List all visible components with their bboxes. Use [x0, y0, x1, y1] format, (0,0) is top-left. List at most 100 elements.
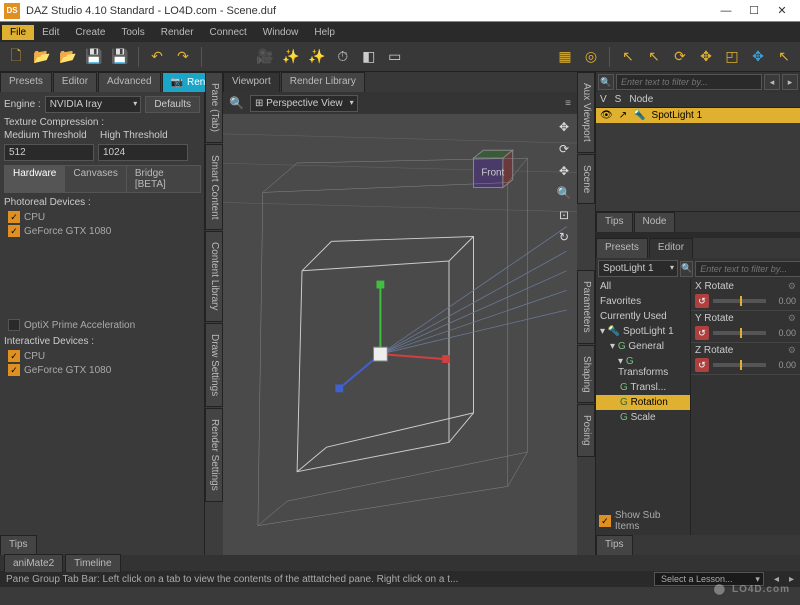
- menu-tools[interactable]: Tools: [113, 25, 152, 40]
- light-icon[interactable]: ✨: [279, 45, 303, 69]
- tab-param-editor[interactable]: Editor: [649, 238, 693, 258]
- reset-icon[interactable]: ↺: [695, 326, 709, 340]
- tree-currently-used[interactable]: Currently Used: [596, 309, 690, 324]
- gear-icon[interactable]: ⚙: [788, 313, 796, 324]
- tab-advanced[interactable]: Advanced: [98, 72, 160, 92]
- gear-icon[interactable]: ⚙: [788, 345, 796, 356]
- lesson-prev-icon[interactable]: ◂: [774, 574, 779, 585]
- side-tab-render-settings[interactable]: Render Settings: [205, 408, 223, 502]
- search-icon[interactable]: 🔍: [680, 261, 693, 277]
- pointer-icon[interactable]: ↖: [616, 45, 640, 69]
- side-tab-content-library[interactable]: Content Library: [205, 231, 223, 321]
- z-rotate-slider[interactable]: [713, 363, 766, 367]
- viewport-menu-icon[interactable]: ≡: [565, 98, 571, 109]
- tree-favorites[interactable]: Favorites: [596, 294, 690, 309]
- group-icon[interactable]: ▭: [383, 45, 407, 69]
- camera-icon[interactable]: 🎥: [253, 45, 277, 69]
- rotate-tool-icon[interactable]: ⟳: [668, 45, 692, 69]
- lesson-dropdown[interactable]: Select a Lesson...: [654, 572, 764, 586]
- tree-rotation[interactable]: G Rotation: [596, 395, 690, 410]
- y-rotate-slider[interactable]: [713, 331, 766, 335]
- reset-icon[interactable]: ↺: [695, 358, 709, 372]
- menu-edit[interactable]: Edit: [34, 25, 67, 40]
- side-tab-scene[interactable]: Scene: [577, 154, 595, 204]
- menu-help[interactable]: Help: [306, 25, 343, 40]
- side-tab-posing[interactable]: Posing: [577, 404, 595, 457]
- side-tab-draw-settings[interactable]: Draw Settings: [205, 323, 223, 407]
- tab-tips-right[interactable]: Tips: [596, 535, 633, 555]
- spotlight-icon[interactable]: ✨: [305, 45, 329, 69]
- new-icon[interactable]: 🗋: [4, 45, 28, 69]
- tab-editor[interactable]: Editor: [53, 72, 97, 92]
- gear-icon[interactable]: ⚙: [788, 281, 796, 292]
- save-icon[interactable]: 💾: [82, 45, 106, 69]
- engine-dropdown[interactable]: NVIDIA Iray: [45, 96, 142, 113]
- tree-general[interactable]: ▾ G General: [596, 339, 690, 354]
- side-tab-aux-viewport[interactable]: Aux Viewport: [577, 72, 595, 153]
- timer-icon[interactable]: ⏱: [331, 45, 355, 69]
- scale-tool-icon[interactable]: ◰: [720, 45, 744, 69]
- side-tab-parameters[interactable]: Parameters: [577, 270, 595, 344]
- scene-filter-input[interactable]: [616, 74, 762, 90]
- tab-animate2[interactable]: aniMate2: [4, 554, 63, 572]
- zoom-icon[interactable]: 🔍: [229, 96, 244, 110]
- maximize-button[interactable]: ☐: [740, 1, 768, 21]
- high-threshold-input[interactable]: [98, 144, 188, 161]
- tab-param-presets[interactable]: Presets: [596, 238, 648, 258]
- side-tab-smart-content[interactable]: Smart Content: [205, 144, 223, 230]
- tab-tips-mid[interactable]: Tips: [596, 212, 633, 232]
- tab-node[interactable]: Node: [634, 212, 676, 232]
- checkbox-icon[interactable]: ✓: [8, 211, 20, 223]
- tree-transforms[interactable]: ▾ G Transforms: [596, 354, 690, 380]
- viewport-canvas[interactable]: ✥ ⟳ ✥ 🔍 ⊡ ↻ Front: [223, 114, 577, 555]
- grid-icon[interactable]: ▦: [553, 45, 577, 69]
- x-rotate-slider[interactable]: [713, 299, 766, 303]
- medium-threshold-input[interactable]: [4, 144, 94, 161]
- checkbox-icon[interactable]: ✓: [8, 350, 20, 362]
- checkbox-icon[interactable]: ✓: [599, 515, 611, 527]
- redo-icon[interactable]: ↷: [171, 45, 195, 69]
- view-mode-dropdown[interactable]: ⊞ Perspective View: [250, 95, 358, 112]
- filter-next-button[interactable]: ▸: [782, 74, 798, 90]
- tree-translate[interactable]: G Transl...: [596, 380, 690, 395]
- menu-render[interactable]: Render: [153, 25, 202, 40]
- menu-connect[interactable]: Connect: [202, 25, 255, 40]
- pick-icon[interactable]: ↖: [642, 45, 666, 69]
- primitive-icon[interactable]: ◧: [357, 45, 381, 69]
- tab-presets[interactable]: Presets: [0, 72, 52, 92]
- lesson-next-icon[interactable]: ▸: [789, 574, 794, 585]
- minimize-button[interactable]: —: [712, 1, 740, 21]
- tab-viewport[interactable]: Viewport: [223, 72, 280, 92]
- target-icon[interactable]: ◎: [579, 45, 603, 69]
- side-tab-shaping[interactable]: Shaping: [577, 345, 595, 404]
- node-select-dropdown[interactable]: SpotLight 1: [598, 260, 678, 277]
- tab-render-library[interactable]: Render Library: [281, 72, 365, 92]
- reset-icon[interactable]: ↺: [695, 294, 709, 308]
- open-recent-icon[interactable]: 📂: [56, 45, 80, 69]
- save-as-icon[interactable]: 💾: [108, 45, 132, 69]
- tab-tips-left[interactable]: Tips: [0, 535, 37, 555]
- menu-window[interactable]: Window: [255, 25, 307, 40]
- tree-spotlight[interactable]: ▾ 🔦 SpotLight 1: [596, 324, 690, 339]
- move-tool-icon[interactable]: ✥: [694, 45, 718, 69]
- tab-timeline[interactable]: Timeline: [65, 554, 120, 572]
- arrow-icon[interactable]: ↗: [619, 110, 627, 121]
- eye-icon[interactable]: 👁: [600, 110, 613, 121]
- checkbox-icon[interactable]: ✓: [8, 225, 20, 237]
- subtab-canvases[interactable]: Canvases: [64, 165, 126, 193]
- checkbox-icon[interactable]: [8, 319, 20, 331]
- pose-tool-icon[interactable]: ✥: [746, 45, 770, 69]
- menu-file[interactable]: File: [2, 25, 34, 40]
- menu-create[interactable]: Create: [67, 25, 113, 40]
- search-icon[interactable]: 🔍: [598, 74, 614, 90]
- checkbox-icon[interactable]: ✓: [8, 364, 20, 376]
- surface-tool-icon[interactable]: ↖: [772, 45, 796, 69]
- undo-icon[interactable]: ↶: [145, 45, 169, 69]
- scene-node-row[interactable]: 👁 ↗ 🔦 SpotLight 1: [596, 108, 800, 123]
- open-icon[interactable]: 📂: [30, 45, 54, 69]
- filter-prev-button[interactable]: ◂: [764, 74, 780, 90]
- defaults-button[interactable]: Defaults: [145, 96, 200, 113]
- tree-all[interactable]: All: [596, 279, 690, 294]
- subtab-hardware[interactable]: Hardware: [4, 165, 65, 193]
- subtab-bridge[interactable]: Bridge [BETA]: [126, 165, 201, 193]
